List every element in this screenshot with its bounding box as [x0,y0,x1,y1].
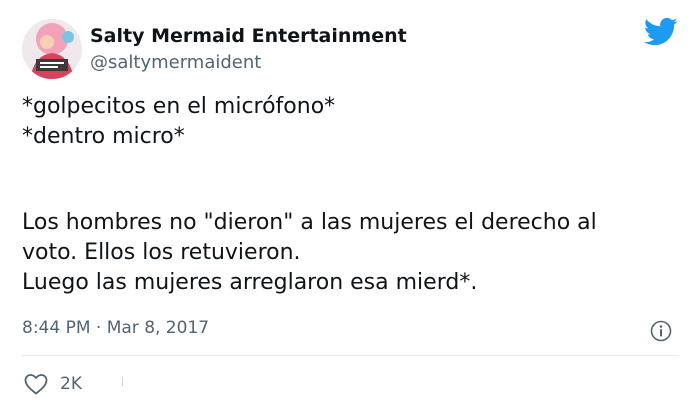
tweet-line: *dentro micro* [22,124,185,149]
heart-icon[interactable] [24,373,48,395]
tweet-line: Los hombres no "dieron" a las mujeres el… [22,210,597,235]
twitter-bird-icon[interactable] [644,17,678,47]
tweet-text: *golpecitos en el micrófono* *dentro mic… [22,92,682,298]
tweet-timestamp[interactable]: 8:44 PM · Mar 8, 2017 [22,318,209,338]
info-icon[interactable] [650,320,672,342]
display-name[interactable]: Salty Mermaid Entertainment [90,25,407,47]
user-handle[interactable]: @saltymermaident [90,52,261,73]
tweet-line: *golpecitos en el micrófono* [22,94,336,119]
like-count[interactable]: 2K [60,374,82,394]
tweet-line: voto. Ellos los retuvieron. [22,240,301,265]
action-separator [122,377,123,386]
avatar-image [22,19,82,79]
tweet-card: Salty Mermaid Entertainment @saltymermai… [0,0,700,409]
tweet-line: Luego las mujeres arreglaron esa mierd*. [22,270,478,295]
divider [22,355,678,356]
avatar[interactable] [22,19,82,79]
